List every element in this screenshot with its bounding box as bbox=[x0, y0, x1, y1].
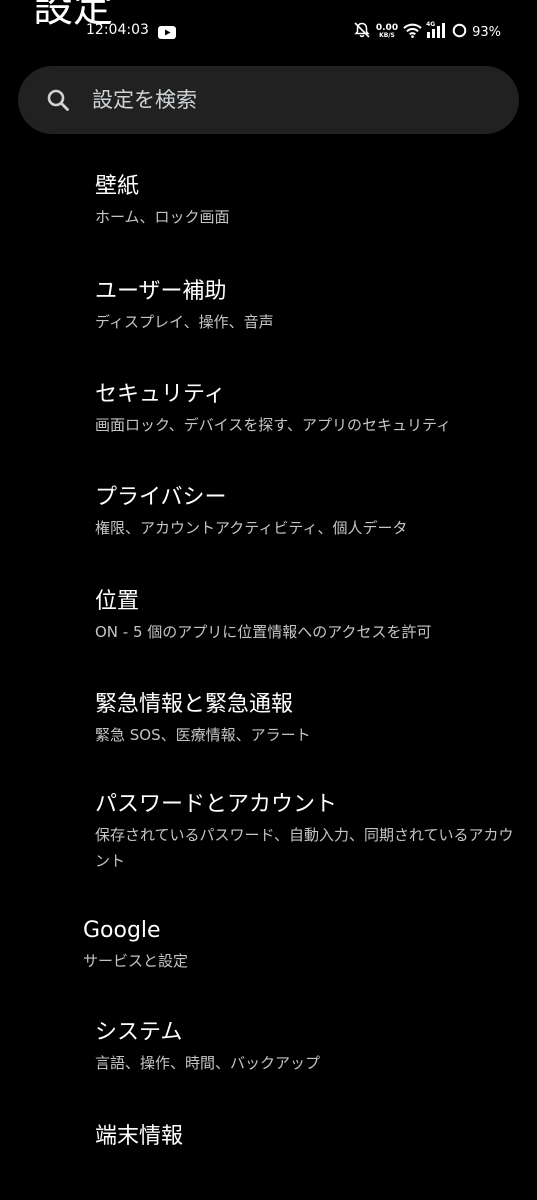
item-title: ユーザー補助 bbox=[95, 279, 227, 304]
network-speed-unit: KB/S bbox=[379, 32, 395, 39]
search-placeholder[interactable]: 設定を検索 bbox=[92, 85, 197, 115]
settings-item-emergency[interactable]: 緊急情報と緊急通報 緊急 SOS、医療情報、アラート bbox=[95, 690, 525, 748]
search-bar[interactable]: 設定を検索 bbox=[18, 66, 519, 134]
item-title: パスワードとアカウント bbox=[95, 792, 338, 817]
settings-item-privacy[interactable]: プライバシー 権限、アカウントアクティビティ、個人データ bbox=[95, 483, 525, 541]
item-subtitle: 権限、アカウントアクティビティ、個人データ bbox=[95, 519, 408, 537]
settings-item-about-device[interactable]: 端末情報 bbox=[95, 1122, 525, 1152]
item-subtitle: ホーム、ロック画面 bbox=[95, 208, 230, 226]
settings-item-accessibility[interactable]: ユーザー補助 ディスプレイ、操作、音声 bbox=[95, 277, 525, 335]
item-title: 端末情報 bbox=[95, 1124, 184, 1149]
item-title: セキュリティ bbox=[95, 382, 226, 407]
wifi-icon bbox=[403, 23, 422, 42]
status-time: 12:04:03 bbox=[86, 22, 149, 38]
youtube-notification-icon bbox=[158, 24, 176, 43]
network-speed: 0.00 KB/S bbox=[376, 24, 398, 40]
item-title: システム bbox=[95, 1020, 183, 1045]
item-title: Google bbox=[83, 918, 161, 943]
item-title: 緊急情報と緊急通報 bbox=[95, 692, 294, 717]
item-title: 位置 bbox=[95, 589, 140, 614]
battery-percent: 93% bbox=[472, 24, 501, 40]
battery-ring-icon bbox=[452, 23, 467, 42]
settings-item-system[interactable]: システム 言語、操作、時間、バックアップ bbox=[95, 1018, 525, 1076]
item-subtitle: 緊急 SOS、医療情報、アラート bbox=[95, 726, 311, 744]
settings-item-google[interactable]: Google サービスと設定 bbox=[83, 916, 513, 974]
item-subtitle: 言語、操作、時間、バックアップ bbox=[95, 1054, 321, 1072]
settings-item-location[interactable]: 位置 ON - 5 個のアプリに位置情報へのアクセスを許可 bbox=[95, 587, 525, 645]
item-subtitle: 画面ロック、デバイスを探す、アプリのセキュリティ bbox=[95, 416, 452, 434]
settings-item-security[interactable]: セキュリティ 画面ロック、デバイスを探す、アプリのセキュリティ bbox=[95, 380, 525, 438]
item-title: 壁紙 bbox=[95, 174, 140, 199]
settings-item-passwords-accounts[interactable]: パスワードとアカウント 保存されているパスワード、自動入力、同期されているアカウ… bbox=[95, 790, 525, 874]
status-icons: 0.00 KB/S 4G 93% bbox=[353, 21, 501, 43]
status-bar: 12:04:03 0.00 KB/S 4G 93% bbox=[0, 18, 537, 46]
item-title: プライバシー bbox=[95, 485, 227, 510]
item-subtitle: 保存されているパスワード、自動入力、同期されているアカウント bbox=[95, 826, 514, 870]
signal-icon: 4G bbox=[426, 21, 447, 41]
settings-item-wallpaper[interactable]: 壁紙 ホーム、ロック画面 bbox=[95, 172, 525, 230]
search-icon bbox=[46, 88, 70, 116]
bell-off-icon bbox=[353, 21, 371, 43]
item-subtitle: サービスと設定 bbox=[83, 952, 189, 970]
item-subtitle: ディスプレイ、操作、音声 bbox=[95, 313, 274, 331]
network-speed-value: 0.00 bbox=[375, 23, 399, 33]
item-subtitle: ON - 5 個のアプリに位置情報へのアクセスを許可 bbox=[95, 623, 432, 641]
